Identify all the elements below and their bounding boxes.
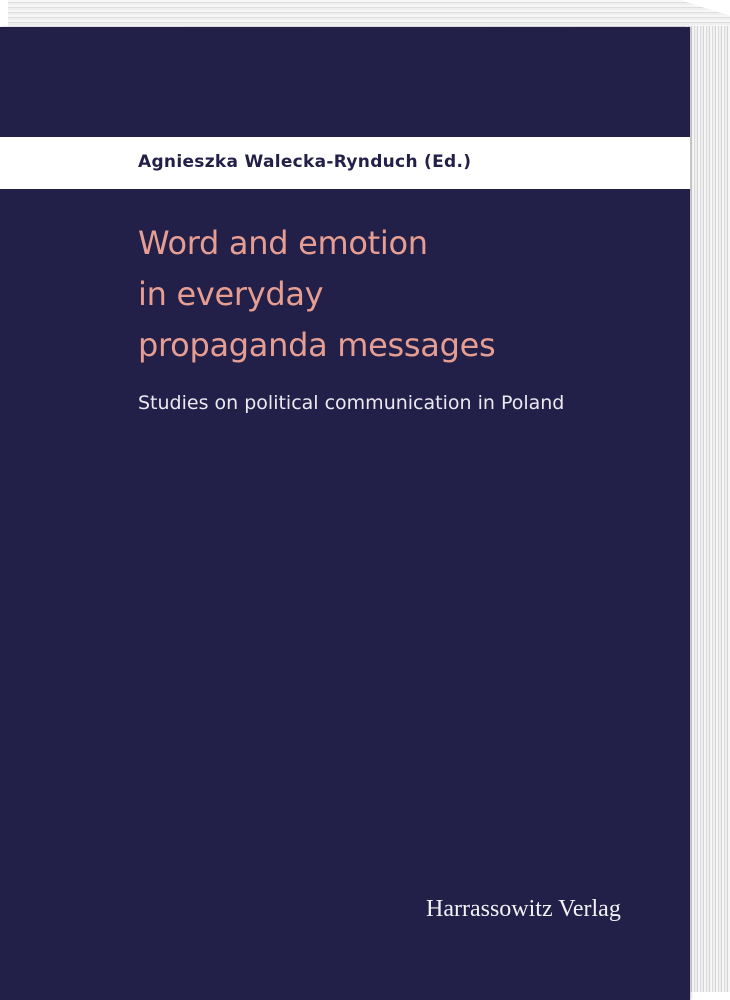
author-band: Agnieszka Walecka-Rynduch (Ed.) [0,137,690,189]
book-title: Word and emotion in everyday propaganda … [138,218,496,371]
author-name: Agnieszka Walecka-Rynduch (Ed.) [138,152,472,172]
title-line-1: Word and emotion [138,224,428,262]
title-line-3: propaganda messages [138,326,496,364]
book-subtitle: Studies on political communication in Po… [138,392,565,414]
publisher-name: Harrassowitz Verlag [426,896,621,922]
title-line-2: in everyday [138,275,324,313]
book-cover: Agnieszka Walecka-Rynduch (Ed.) Word and… [0,27,690,1000]
book-scene: Agnieszka Walecka-Rynduch (Ed.) Word and… [0,0,730,1000]
